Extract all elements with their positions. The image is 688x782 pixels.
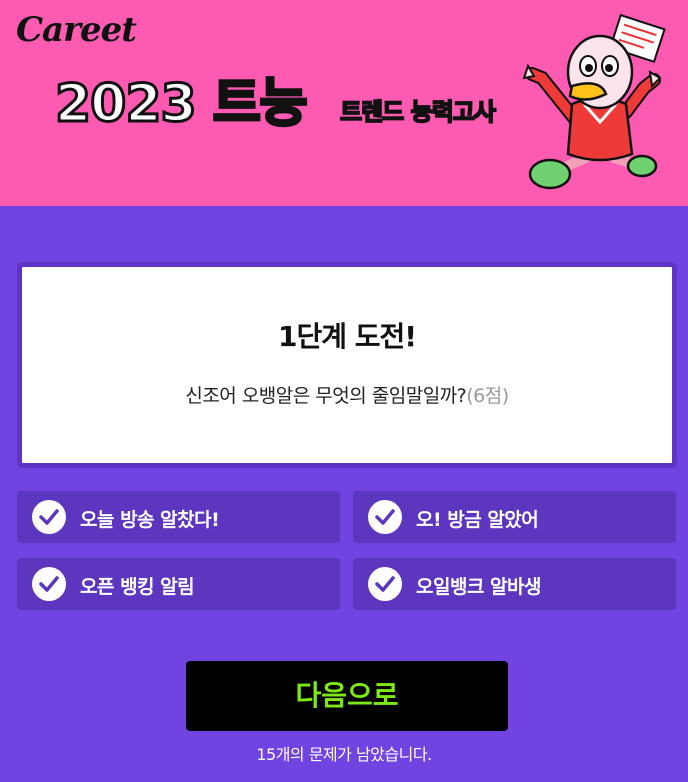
check-circle-icon (368, 567, 402, 601)
option-2[interactable]: 오! 방금 알았어 (353, 491, 676, 543)
event-title: 2023 트능 (54, 74, 310, 134)
question-card: 1단계 도전! 신조어 오뱅알은 무엇의 줄임말일까?(6점) (17, 262, 677, 468)
option-4[interactable]: 오일뱅크 알바생 (353, 558, 676, 610)
stage-title: 1단계 도전! (277, 320, 417, 353)
subtitle-text-2: 력고사 (431, 98, 497, 126)
remaining-questions-text: 15개의 문제가 남았습니다. (256, 745, 432, 764)
option-3[interactable]: 오픈 뱅킹 알림 (17, 558, 340, 610)
check-circle-icon (368, 500, 402, 534)
event-subtitle: 트렌드 능력고사 (339, 98, 497, 126)
duck-mascot-icon (522, 13, 666, 190)
question-text: 신조어 오뱅알은 무엇의 줄임말일까?(6점) (22, 381, 672, 408)
question-body: 신조어 오뱅알은 무엇의 줄임말일까? (185, 385, 467, 407)
option-1[interactable]: 오늘 방송 알찼다! (17, 491, 340, 543)
careet-logo: Careet (16, 10, 137, 50)
check-circle-icon (32, 500, 66, 534)
header-banner: Careet 2023 트능 트렌드 능력고사 (0, 0, 688, 206)
subtitle-text-1: 렌드 (360, 98, 411, 126)
option-label: 오! 방금 알았어 (416, 509, 539, 531)
subtitle-highlight-2: 능 (410, 98, 434, 126)
next-button[interactable]: 다음으로 (186, 661, 508, 731)
option-label: 오픈 뱅킹 알림 (80, 576, 195, 598)
option-label: 오늘 방송 알찼다! (80, 509, 220, 531)
check-circle-icon (32, 567, 66, 601)
question-points: (6점) (466, 385, 509, 407)
option-label: 오일뱅크 알바생 (416, 576, 541, 598)
subtitle-highlight-1: 트 (339, 98, 363, 126)
